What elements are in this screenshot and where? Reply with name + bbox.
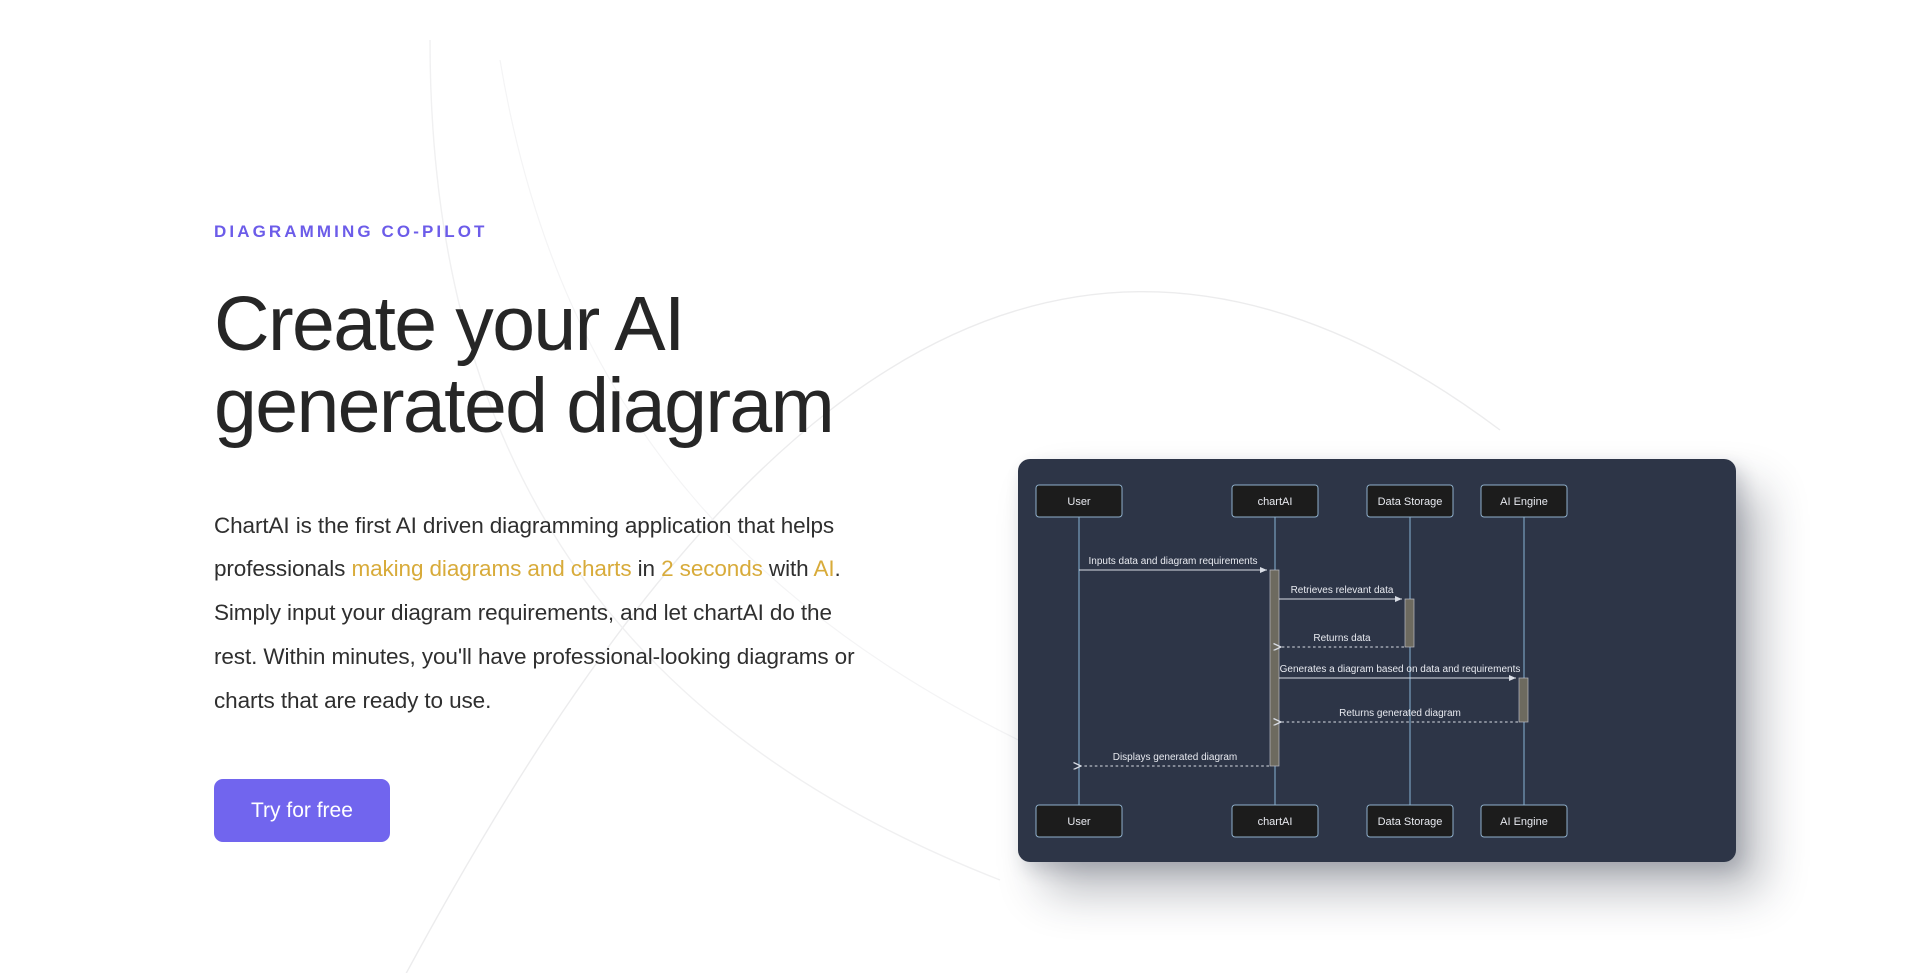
message-label: Inputs data and diagram requirements	[1089, 556, 1258, 567]
participant-box-user-top: User	[1035, 484, 1123, 518]
participant-box-chartai-bottom: chartAI	[1231, 804, 1319, 838]
description-part-2: in	[631, 556, 662, 582]
participant-box-storage-top: Data Storage	[1366, 484, 1454, 518]
page-title: Create your AI generated diagram	[214, 281, 835, 449]
participant-box-engine-bottom: AI Engine	[1480, 804, 1568, 838]
hero-page: DIAGRAMMING CO-PILOT Create your AI gene…	[0, 0, 1920, 973]
message-label: Generates a diagram based on data and re…	[1280, 664, 1521, 675]
participant-box-storage-bottom: Data Storage	[1366, 804, 1454, 838]
participant-label: AI Engine	[1500, 816, 1548, 828]
participants-top: User chartAI Data Storage AI Engine	[1035, 484, 1568, 518]
hero-content: DIAGRAMMING CO-PILOT Create your AI gene…	[214, 222, 894, 842]
participant-box-user-bottom: User	[1035, 804, 1123, 838]
message-labels: Inputs data and diagram requirements Ret…	[1089, 556, 1521, 763]
message-label: Returns data	[1313, 633, 1371, 644]
sequence-diagram: Inputs data and diagram requirements Ret…	[1035, 484, 1568, 838]
participant-label: chartAI	[1258, 816, 1293, 828]
participant-box-chartai-top: chartAI	[1231, 484, 1319, 518]
description-highlight-seconds: 2 seconds	[661, 556, 763, 582]
participant-label: AI Engine	[1500, 496, 1548, 508]
message-label: Returns generated diagram	[1339, 708, 1461, 719]
participant-label: chartAI	[1258, 496, 1293, 508]
description-part-3: with	[762, 556, 814, 582]
participants-bottom: User chartAI Data Storage AI Engine	[1035, 804, 1568, 838]
participant-label: Data Storage	[1378, 496, 1443, 508]
participant-label: User	[1067, 816, 1091, 828]
description-highlight-ai: AI	[813, 556, 835, 582]
diagram-panel: Inputs data and diagram requirements Ret…	[1018, 459, 1736, 862]
description-highlight-diagrams: making diagrams and charts	[351, 556, 632, 582]
diagram-preview[interactable]: Inputs data and diagram requirements Ret…	[1018, 459, 1736, 862]
participant-box-engine-top: AI Engine	[1480, 484, 1568, 518]
message-label: Retrieves relevant data	[1291, 585, 1394, 596]
hero-description: ChartAI is the first AI driven diagrammi…	[214, 504, 864, 723]
hero-eyebrow: DIAGRAMMING CO-PILOT	[214, 222, 488, 241]
participant-label: User	[1067, 496, 1091, 508]
try-for-free-button[interactable]: Try for free	[214, 778, 390, 842]
participant-label: Data Storage	[1378, 816, 1443, 828]
message-label: Displays generated diagram	[1113, 752, 1238, 763]
